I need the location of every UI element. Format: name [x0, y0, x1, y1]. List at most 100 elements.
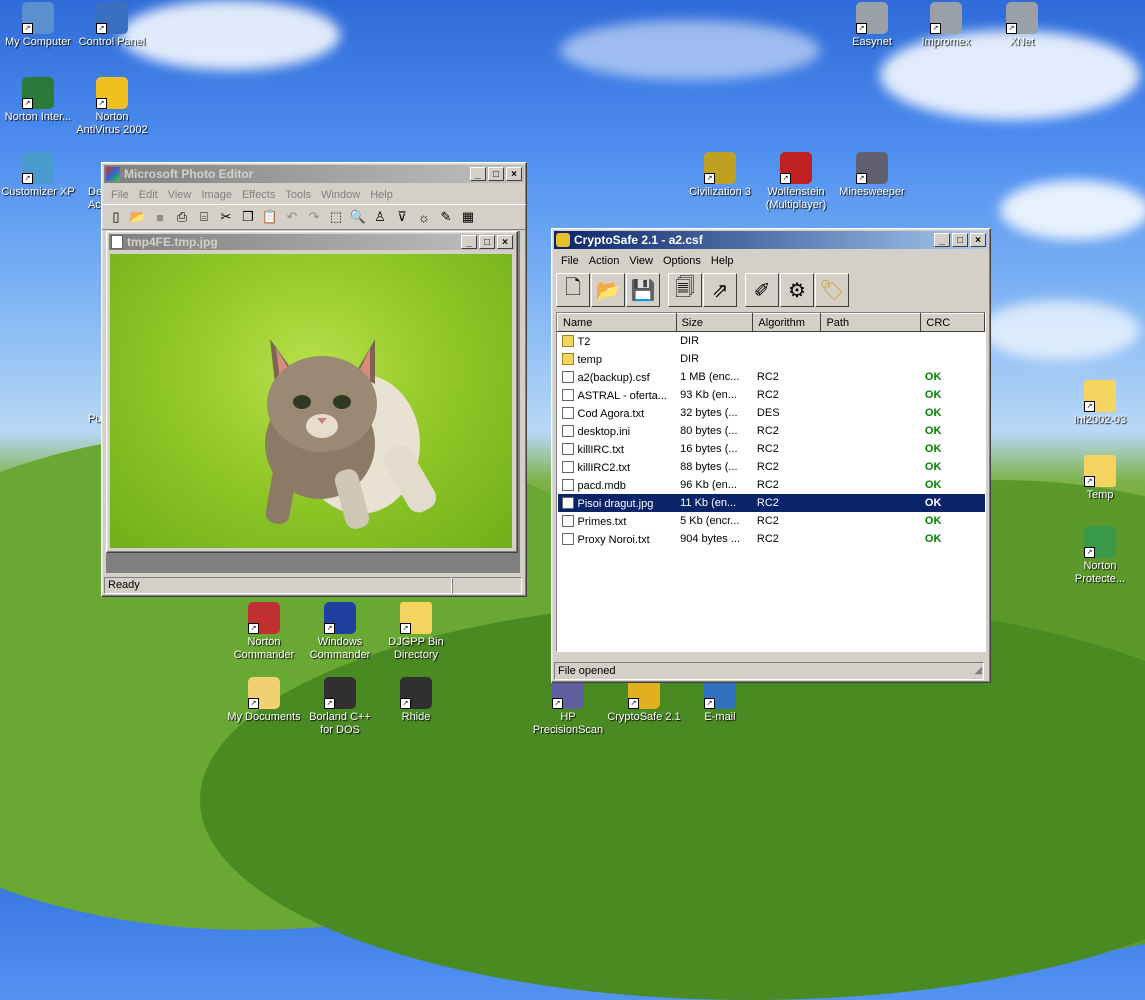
column-header-name[interactable]: Name: [557, 313, 677, 332]
cryptosafe-titlebar[interactable]: CryptoSafe 2.1 - a2.csf _ □ ×: [554, 231, 988, 249]
save-icon[interactable]: ■: [150, 207, 170, 227]
photo-editor-window[interactable]: Microsoft Photo Editor _ □ × File Edit Vie…: [101, 162, 527, 597]
filter-icon[interactable]: ⊽: [392, 207, 412, 227]
column-header-crc[interactable]: CRC: [920, 313, 985, 332]
menu-file[interactable]: File: [556, 255, 584, 267]
menu-help[interactable]: Help: [365, 189, 398, 201]
desktop-icon-norton-commander[interactable]: ↗ Norton Commander: [226, 602, 302, 662]
menu-image[interactable]: Image: [196, 189, 237, 201]
undo-icon[interactable]: ↶: [282, 207, 302, 227]
photo-editor-titlebar[interactable]: Microsoft Photo Editor _ □ ×: [104, 165, 524, 183]
doc-close-button[interactable]: ×: [497, 235, 513, 249]
doc-minimize-button[interactable]: _: [461, 235, 477, 249]
menu-window[interactable]: Window: [316, 189, 365, 201]
minimize-button[interactable]: _: [470, 167, 486, 181]
menu-help[interactable]: Help: [706, 255, 739, 267]
maximize-button[interactable]: □: [952, 233, 968, 247]
table-row[interactable]: Cod Agora.txt 32 bytes (... DES OK: [558, 404, 985, 422]
desktop-icon-my-documents[interactable]: ↗ My Documents: [226, 677, 302, 724]
desktop-icon-easynet[interactable]: ↗ Easynet: [834, 2, 910, 49]
scan-icon[interactable]: ⌸: [194, 207, 214, 227]
desktop-icon-cryptosafe-2-1[interactable]: ↗ CryptoSafe 2.1: [606, 677, 682, 724]
desktop-icon-minesweeper[interactable]: ↗ Minesweeper: [834, 152, 910, 199]
desktop-icon-norton-inter-[interactable]: ↗ Norton Inter...: [0, 77, 76, 124]
column-header-algorithm[interactable]: Algorithm: [752, 313, 822, 332]
desktop-icon-my-computer[interactable]: ↗ My Computer: [0, 2, 76, 49]
file-list[interactable]: Name Size Algorithm Path CRC T2 DIR temp DIR a2(…: [556, 312, 986, 652]
table-row[interactable]: T2 DIR: [558, 332, 985, 351]
desktop-icon-xnet[interactable]: ↗ XNet: [984, 2, 1060, 49]
menu-options[interactable]: Options: [658, 255, 706, 267]
new-archive-icon[interactable]: 🗋: [556, 273, 590, 307]
stamp-icon[interactable]: ♙: [370, 207, 390, 227]
document-titlebar[interactable]: tmp4FE.tmp.jpg _ □ ×: [109, 234, 515, 250]
table-row[interactable]: a2(backup).csf 1 MB (enc... RC2 OK: [558, 368, 985, 386]
desktop-icon-e-mail[interactable]: ↗ E-mail: [682, 677, 758, 724]
cryptosafe-window[interactable]: CryptoSafe 2.1 - a2.csf _ □ × File Action…: [551, 228, 991, 683]
resize-grip[interactable]: ◢: [974, 662, 982, 679]
maximize-button[interactable]: □: [488, 167, 504, 181]
desktop-icon-impromex[interactable]: ↗ Impromex: [908, 2, 984, 49]
cell-algorithm: RC2: [756, 479, 779, 491]
desktop-icon-norton-antivirus-2002[interactable]: ↗ Norton AntiVirus 2002: [74, 77, 150, 137]
balance-icon[interactable]: ☼: [414, 207, 434, 227]
open-icon[interactable]: 📂: [128, 207, 148, 227]
table-row[interactable]: ASTRAL - oferta... 93 Kb (en... RC2 OK: [558, 386, 985, 404]
copy-icon[interactable]: ❐: [238, 207, 258, 227]
print-icon[interactable]: ⎙: [172, 207, 192, 227]
paste-icon[interactable]: 📋: [260, 207, 280, 227]
norton-commander-icon: ↗: [248, 602, 280, 634]
menu-file[interactable]: File: [106, 189, 134, 201]
desktop-icon-windows-commander[interactable]: ↗ Windows Commander: [302, 602, 378, 662]
new-icon[interactable]: ▯: [106, 207, 126, 227]
desktop-icon-djgpp-bin-directory[interactable]: ↗ DJGPP Bin Directory: [378, 602, 454, 662]
encrypt-icon[interactable]: ✐: [745, 273, 779, 307]
zoom-icon[interactable]: 🔍: [348, 207, 368, 227]
cut-icon[interactable]: ✂: [216, 207, 236, 227]
menu-view[interactable]: View: [163, 189, 197, 201]
folder-icon: ↗: [1084, 455, 1116, 487]
table-row[interactable]: Pisoi dragut.jpg 11 Kb (en... RC2 OK: [557, 494, 985, 512]
menu-view[interactable]: View: [624, 255, 658, 267]
extract-files-icon[interactable]: ⇗: [703, 273, 737, 307]
desktop-icon-civilization-3[interactable]: ↗ Civilization 3: [682, 152, 758, 199]
tag-icon[interactable]: 🏷: [815, 273, 849, 307]
open-archive-icon[interactable]: 📂: [591, 273, 625, 307]
pen-icon[interactable]: ✎: [436, 207, 456, 227]
desktop-icon-customizer-xp[interactable]: ↗ Customizer XP: [0, 152, 76, 199]
minimize-button[interactable]: _: [934, 233, 950, 247]
table-row[interactable]: desktop.ini 80 bytes (... RC2 OK: [558, 422, 985, 440]
column-header-path[interactable]: Path: [820, 313, 922, 332]
table-row[interactable]: killIRC.txt 16 bytes (... RC2 OK: [558, 440, 985, 458]
table-row[interactable]: temp DIR: [558, 350, 985, 368]
desktop-icon-rhide[interactable]: ↗ Rhide: [378, 677, 454, 724]
table-row[interactable]: Primes.txt 5 Kb (encr... RC2 OK: [558, 512, 985, 530]
desktop-icon-inf2002-03[interactable]: ↗ Inf2002-03: [1062, 380, 1138, 427]
close-button[interactable]: ×: [506, 167, 522, 181]
desktop-icon-temp[interactable]: ↗ Temp: [1062, 455, 1138, 502]
image-document-window[interactable]: tmp4FE.tmp.jpg _ □ ×: [106, 231, 518, 553]
menu-edit[interactable]: Edit: [134, 189, 163, 201]
menu-tools[interactable]: Tools: [280, 189, 316, 201]
menu-action[interactable]: Action: [584, 255, 625, 267]
desktop-icon-label: Wolfenstein (Multiplayer): [765, 186, 827, 211]
desktop-icon-hp-precisionscan[interactable]: ↗ HP PrecisionScan: [530, 677, 606, 737]
save-archive-icon[interactable]: 💾: [626, 273, 660, 307]
table-row[interactable]: pacd.mdb 96 Kb (en... RC2 OK: [558, 476, 985, 494]
menu-effects[interactable]: Effects: [237, 189, 280, 201]
close-button[interactable]: ×: [970, 233, 986, 247]
desktop-icon-borland-c-for-dos[interactable]: ↗ Borland C++ for DOS: [302, 677, 378, 737]
shortcut-arrow-icon: ↗: [1006, 23, 1017, 34]
table-row[interactable]: Proxy Noroi.txt 904 bytes ... RC2 OK: [558, 530, 985, 548]
table-row[interactable]: killIRC2.txt 88 bytes (... RC2 OK: [558, 458, 985, 476]
add-files-icon[interactable]: 🗐: [668, 273, 702, 307]
desktop-icon-control-panel[interactable]: ↗ Control Panel: [74, 2, 150, 49]
properties-icon[interactable]: ⚙: [780, 273, 814, 307]
doc-maximize-button[interactable]: □: [479, 235, 495, 249]
desktop-icon-wolfenstein-multiplayer-[interactable]: ↗ Wolfenstein (Multiplayer): [758, 152, 834, 212]
select-icon[interactable]: ⬚: [326, 207, 346, 227]
desktop-icon-norton-protecte-[interactable]: ↗ Norton Protecte...: [1062, 526, 1138, 586]
column-header-size[interactable]: Size: [675, 313, 754, 332]
grid-icon[interactable]: ▦: [458, 207, 478, 227]
redo-icon[interactable]: ↷: [304, 207, 324, 227]
